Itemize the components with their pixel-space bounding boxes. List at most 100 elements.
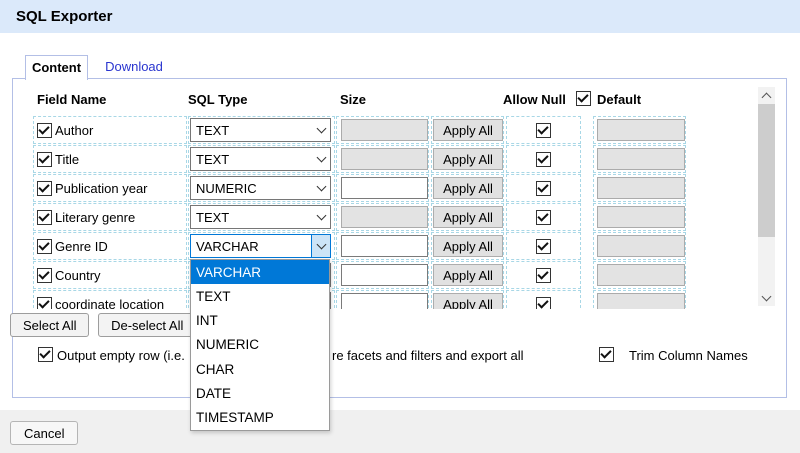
default-input: [597, 235, 685, 257]
sql-type-select[interactable]: TEXT: [190, 147, 331, 171]
allow-null-checkbox[interactable]: [536, 268, 551, 283]
checkmark-icon: [537, 123, 548, 134]
sql-type-value: TEXT: [196, 152, 229, 167]
sql-type-select[interactable]: VARCHAR: [190, 234, 331, 258]
header-size: Size: [340, 92, 366, 107]
apply-all-button[interactable]: Apply All: [433, 119, 503, 141]
tab-download[interactable]: Download: [88, 55, 180, 80]
header-default: Default: [597, 92, 641, 107]
allow-null-checkbox[interactable]: [536, 239, 551, 254]
scrollbar-thumb[interactable]: [758, 104, 775, 237]
table-scrollbar[interactable]: [758, 87, 775, 306]
dropdown-option-numeric[interactable]: NUMERIC: [191, 333, 329, 357]
table-row: coordinate location Apply All: [13, 290, 758, 309]
checkmark-icon: [600, 347, 611, 358]
sql-type-select[interactable]: NUMERIC: [190, 176, 331, 200]
checkmark-icon: [577, 91, 588, 102]
allow-null-cell: [506, 174, 581, 202]
field-cell: coordinate location: [33, 290, 187, 309]
allow-null-checkbox[interactable]: [536, 152, 551, 167]
allow-null-cell: [506, 261, 581, 289]
checkmark-icon: [39, 347, 50, 358]
selection-buttons: Select All De-select All: [10, 313, 201, 337]
size-cell: [336, 174, 429, 202]
allow-null-cell: [506, 290, 581, 309]
default-header-checkbox[interactable]: [576, 91, 591, 106]
checkmark-icon: [537, 239, 548, 250]
select-all-button[interactable]: Select All: [10, 313, 89, 337]
output-options-row: Output empty row (i.e. re facets and fil…: [13, 346, 783, 366]
default-input: [597, 119, 685, 141]
apply-all-button[interactable]: Apply All: [433, 264, 503, 286]
field-cell: Title: [33, 145, 187, 173]
allow-null-cell: [506, 232, 581, 260]
allow-null-checkbox[interactable]: [536, 210, 551, 225]
apply-all-button[interactable]: Apply All: [433, 206, 503, 228]
trim-column-names-checkbox[interactable]: [599, 347, 614, 362]
size-input[interactable]: [341, 293, 428, 309]
checkmark-icon: [38, 152, 49, 163]
field-cell: Country: [33, 261, 187, 289]
allow-null-checkbox[interactable]: [536, 123, 551, 138]
table-body: AuthorTEXTApply AllTitleTEXTApply AllPub…: [13, 116, 758, 309]
size-input[interactable]: [341, 264, 428, 286]
size-input: [341, 148, 428, 170]
select-arrow-zone: [312, 119, 330, 141]
allow-null-checkbox[interactable]: [536, 297, 551, 310]
apply-all-button[interactable]: Apply All: [433, 177, 503, 199]
chevron-down-icon: [762, 291, 772, 301]
size-cell: [336, 290, 429, 309]
field-checkbox[interactable]: [37, 268, 52, 283]
select-arrow-zone: [312, 206, 330, 228]
dropdown-option-int[interactable]: INT: [191, 309, 329, 333]
default-cell: [593, 145, 686, 173]
sql-type-cell: VARCHAR: [188, 232, 335, 260]
sql-type-value: TEXT: [196, 123, 229, 138]
apply-all-button[interactable]: Apply All: [433, 235, 503, 257]
apply-all-button[interactable]: Apply All: [433, 148, 503, 170]
scroll-down-button[interactable]: [758, 289, 775, 306]
dialog-footer: Cancel: [0, 410, 800, 453]
size-input: [341, 119, 428, 141]
scroll-up-button[interactable]: [758, 87, 775, 104]
dropdown-option-text[interactable]: TEXT: [191, 284, 329, 308]
sql-type-select[interactable]: TEXT: [190, 205, 331, 229]
dialog-titlebar: SQL Exporter: [0, 0, 800, 33]
table-row: Title TEXT Apply All: [13, 145, 758, 173]
field-checkbox[interactable]: [37, 297, 52, 310]
cancel-button[interactable]: Cancel: [10, 421, 78, 445]
apply-all-button[interactable]: Apply All: [433, 293, 503, 309]
apply-cell: Apply All: [431, 116, 504, 144]
field-name-label: Country: [55, 268, 101, 283]
output-empty-row-label-suffix: re facets and filters and export all: [332, 348, 524, 363]
size-input[interactable]: [341, 177, 428, 199]
chevron-down-icon: [316, 124, 326, 134]
header-sql-type: SQL Type: [188, 92, 247, 107]
dropdown-option-timestamp[interactable]: TIMESTAMP: [191, 406, 329, 430]
deselect-all-button[interactable]: De-select All: [98, 313, 196, 337]
sql-type-select[interactable]: TEXT: [190, 118, 331, 142]
field-checkbox[interactable]: [37, 152, 52, 167]
apply-cell: Apply All: [431, 232, 504, 260]
table-row: Publication yearNUMERICApply All: [13, 174, 758, 202]
field-checkbox[interactable]: [37, 181, 52, 196]
size-input[interactable]: [341, 235, 428, 257]
dropdown-option-date[interactable]: DATE: [191, 381, 329, 405]
field-checkbox[interactable]: [37, 123, 52, 138]
dropdown-option-char[interactable]: CHAR: [191, 357, 329, 381]
default-input: [597, 148, 685, 170]
allow-null-checkbox[interactable]: [536, 181, 551, 196]
checkmark-icon: [537, 297, 548, 308]
tab-content[interactable]: Content: [25, 55, 88, 80]
default-input: [597, 293, 685, 309]
apply-cell: Apply All: [431, 261, 504, 289]
field-checkbox[interactable]: [37, 210, 52, 225]
field-table-viewport: Field Name SQL Type Size Allow Null Defa…: [13, 87, 758, 309]
field-cell: Genre ID: [33, 232, 187, 260]
output-empty-row-checkbox[interactable]: [38, 347, 53, 362]
field-checkbox[interactable]: [37, 239, 52, 254]
sql-type-cell: TEXT: [188, 145, 335, 173]
field-name-label: coordinate location: [55, 297, 164, 310]
dialog-title: SQL Exporter: [16, 8, 112, 25]
dropdown-option-varchar[interactable]: VARCHAR: [191, 260, 329, 284]
